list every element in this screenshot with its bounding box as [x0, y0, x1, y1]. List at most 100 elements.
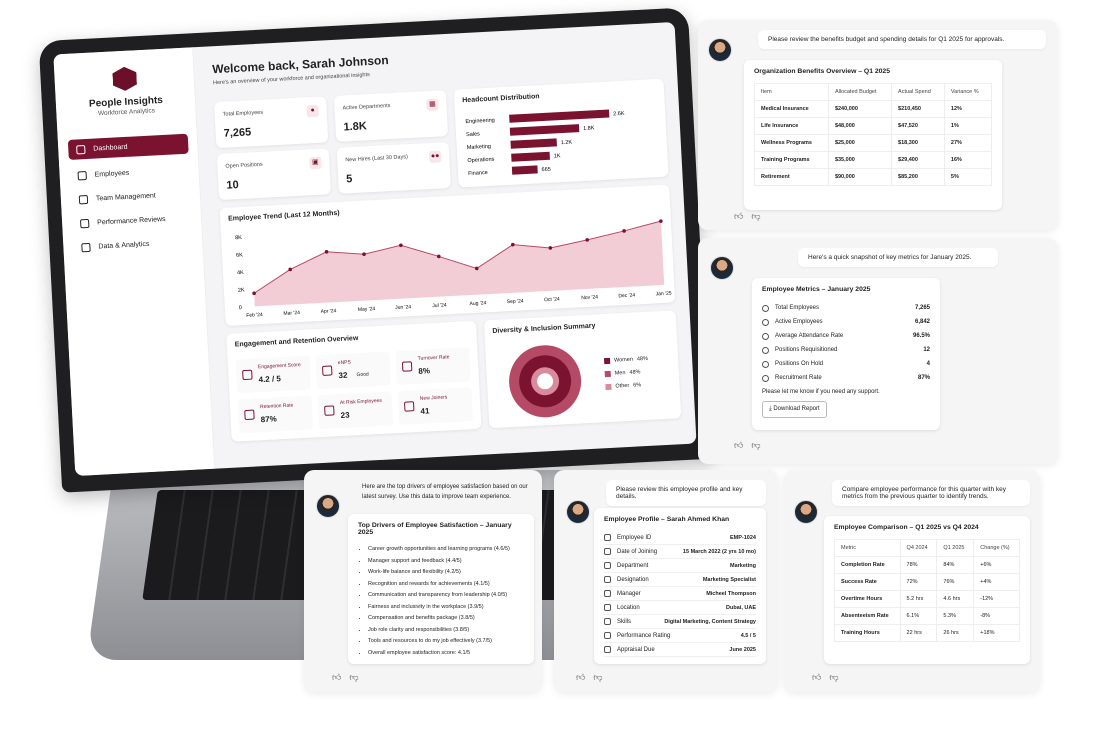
- profile-value: 15 March 2022 (2 yrs 10 mo): [682, 548, 756, 555]
- user-icon: ●: [306, 104, 319, 118]
- table-cell: $47,520: [891, 117, 945, 135]
- benefits-table: Item Allocated Budget Actual Spend Variance…: [754, 83, 993, 186]
- drivers-list: Career growth opportunities and learning…: [358, 544, 524, 659]
- legend-value: 48%: [636, 355, 649, 362]
- nav-team-management[interactable]: Team Management: [70, 184, 191, 210]
- profile-value: Marketing: [730, 562, 756, 569]
- metric-value: 87%: [917, 375, 930, 381]
- table-cell: Overtime Hours: [834, 590, 901, 608]
- thumbs-up-icon[interactable]: 👍︎: [576, 672, 585, 683]
- profile-field-icon: [604, 618, 611, 625]
- comparison-prompt: Compare employee performance for this qu…: [832, 480, 1030, 506]
- feedback: 👍︎ 👎︎: [734, 440, 761, 451]
- profile-row: Skills Digital Marketing, Content Strateg…: [604, 615, 756, 629]
- nav-employees[interactable]: Employees: [69, 160, 190, 186]
- table-cell: 4.6 hrs: [936, 590, 975, 608]
- table-header: Variance %: [943, 83, 993, 101]
- download-report-button[interactable]: ⤓ Download Report: [762, 401, 827, 418]
- engagement-label: Turnover Rate: [417, 354, 450, 362]
- headcount-bar: [509, 124, 580, 136]
- feedback: 👍︎ 👎︎: [812, 672, 839, 683]
- profile-value: 4.5 / 5: [740, 632, 756, 639]
- users-icon: [78, 194, 89, 204]
- thumbs-down-icon[interactable]: 👎︎: [829, 672, 838, 683]
- engagement-tile: At Risk Employees 23: [317, 391, 394, 430]
- thumbs-up-icon[interactable]: 👍︎: [734, 440, 743, 451]
- comparison-card: Employee Comparison – Q1 2025 vs Q4 2024…: [824, 516, 1030, 664]
- engagement-tile: New Joiners 41: [397, 387, 474, 425]
- engagement-icon: [324, 405, 335, 416]
- nav-dashboard[interactable]: Dashboard: [67, 133, 189, 160]
- y-tick-label: 2K: [238, 287, 245, 293]
- metrics-chat-panel: Here's a quick snapshot of key metrics f…: [698, 238, 1058, 464]
- engagement-value: 8%: [418, 366, 431, 376]
- metrics-footer: Please let me know if you need any suppo…: [762, 389, 880, 395]
- thumbs-down-icon[interactable]: 👎︎: [593, 672, 602, 683]
- dashboard-screen: People Insights Workforce Analytics Dash…: [53, 22, 697, 476]
- table-row: Retirement $90,000 $85,200 5%: [754, 168, 993, 186]
- thumbs-up-icon[interactable]: 👍︎: [734, 211, 743, 222]
- engagement-label: Retention Rate: [259, 402, 294, 411]
- thumbs-up-icon[interactable]: 👍︎: [812, 672, 821, 683]
- x-tick-label: Aug '24: [469, 300, 486, 307]
- metric-value: 7,265: [914, 305, 930, 311]
- x-tick-label: May '24: [358, 306, 376, 313]
- table-cell: Medical Insurance: [754, 100, 829, 118]
- profile-label: Location: [617, 604, 640, 611]
- metric-value: 4: [926, 361, 930, 367]
- comparison-table: Metric Q4 2024 Q1 2025 Change (%) Completio…: [834, 539, 1020, 642]
- thumbs-down-icon[interactable]: 👎︎: [349, 672, 358, 683]
- profile-field-icon: [604, 576, 611, 583]
- metric-row: Positions On Hold 4: [762, 357, 930, 371]
- table-cell: -12%: [973, 590, 1020, 608]
- table-cell: +4%: [973, 573, 1020, 591]
- bar-value: 1.2K: [561, 140, 573, 147]
- logo-icon: [112, 66, 137, 91]
- table-row: Wellness Programs $25,000 $18,300 27%: [754, 134, 993, 152]
- metric-icon: [762, 304, 769, 312]
- profile-value: June 2025: [729, 646, 756, 653]
- nav-data-analytics[interactable]: Data & Analytics: [73, 232, 194, 258]
- engagement-value: 4.2 / 5: [258, 374, 282, 385]
- headcount-bar: [511, 165, 538, 175]
- database-icon: [81, 242, 91, 252]
- list-item: Overall employee satisfaction score: 4.1…: [368, 648, 524, 660]
- metric-label: Active Employees: [775, 319, 823, 325]
- table-cell: 76%: [936, 573, 975, 591]
- table-header: Item: [754, 83, 829, 101]
- headcount-bar: [510, 138, 557, 149]
- bar-category: Operations: [467, 157, 494, 164]
- table-cell: -8%: [973, 607, 1020, 625]
- table-cell: $210,450: [891, 100, 945, 118]
- profile-row: Employee ID EMP-1024: [604, 531, 756, 545]
- bar-value: 1.8K: [583, 125, 595, 132]
- nav-performance-reviews[interactable]: Performance Reviews: [72, 208, 193, 234]
- thumbs-up-icon[interactable]: 👍︎: [332, 672, 341, 683]
- y-tick-label: 0: [239, 305, 242, 311]
- table-cell: $90,000: [827, 168, 893, 186]
- kpi-active-departments: Active Departments 1.8K ▦: [333, 90, 449, 142]
- feedback: 👍︎ 👎︎: [734, 211, 761, 222]
- metrics-card: Employee Metrics – January 2025 Total Em…: [752, 278, 940, 430]
- thumbs-down-icon[interactable]: 👎︎: [751, 440, 760, 451]
- headcount-bar: [509, 109, 610, 123]
- table-cell: 27%: [943, 134, 993, 152]
- feedback: 👍︎ 👎︎: [332, 672, 359, 683]
- x-tick-label: Jun '24: [395, 304, 411, 311]
- list-item: Manager support and feedback (4.4/5): [368, 556, 524, 568]
- table-cell: $85,200: [891, 168, 945, 186]
- engagement-tile: Engagement Score 4.2 / 5: [235, 355, 312, 394]
- table-header: Metric: [834, 539, 901, 557]
- engagement-label: eNPS: [337, 359, 352, 367]
- diversity-chart: [509, 345, 582, 418]
- engagement-value: 32: [338, 370, 348, 381]
- benefits-card: Organization Benefits Overview – Q1 2025…: [744, 60, 1002, 210]
- profile-row: Department Marketing: [604, 559, 756, 573]
- engagement-icon: [401, 361, 413, 372]
- engagement-icon: [244, 409, 255, 421]
- metric-label: Positions Requisitioned: [775, 347, 838, 353]
- employee-trend-chart: 8K 6K 4K 2K 0 Feb '24 Mar '24 Apr '24 May '24 Jun…: [235, 219, 672, 319]
- engagement-card: Engagement and Retention Overview Engage…: [226, 320, 482, 442]
- thumbs-down-icon[interactable]: 👎︎: [751, 211, 760, 222]
- user-icon: [77, 170, 87, 180]
